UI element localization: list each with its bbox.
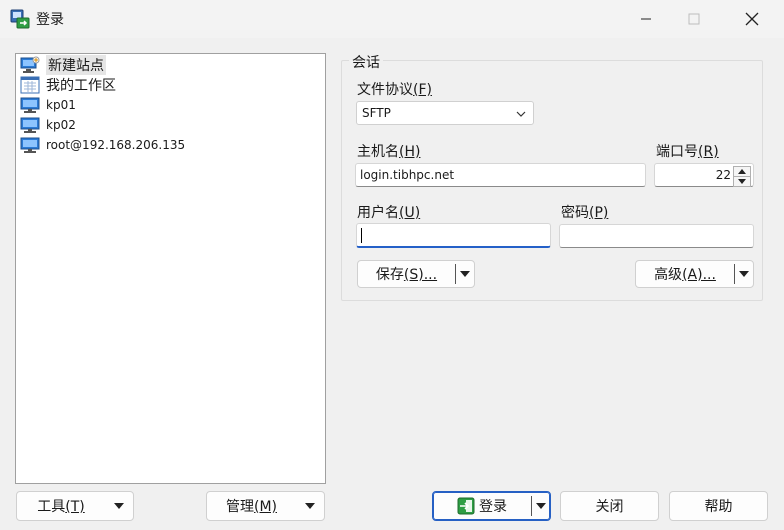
close-icon (745, 12, 759, 26)
advanced-label: 高级 (654, 267, 683, 283)
help-button[interactable]: 帮助 (669, 491, 768, 521)
maximize-icon (688, 13, 700, 25)
minimize-button[interactable] (622, 0, 670, 38)
caret-up-icon (738, 169, 746, 174)
login-button-label: 登录 (433, 496, 531, 516)
host-accel: (H) (399, 144, 421, 160)
port-stepper[interactable]: 22 (654, 163, 754, 187)
save-split-button[interactable]: 保存(S)... (357, 260, 475, 288)
tree-item-kp01[interactable]: kp01 (20, 95, 76, 115)
host-label: 主机名(H) (357, 141, 420, 161)
manage-button-label: 管理(M) (207, 496, 296, 516)
tools-accel: (T) (65, 499, 85, 515)
save-label: 保存 (375, 267, 404, 283)
save-dropdown-arrow[interactable] (456, 271, 474, 277)
caret-down-icon (460, 271, 470, 277)
session-group-title: 会话 (349, 52, 383, 72)
port-label-text: 端口号 (656, 144, 698, 160)
advanced-split-button[interactable]: 高级(A)... (635, 260, 754, 288)
port-decrement-button[interactable] (733, 176, 751, 187)
username-label-text: 用户名 (357, 205, 399, 221)
tools-button-label: 工具(T) (17, 496, 105, 516)
app-icon (10, 9, 30, 29)
tools-dropdown-arrow (105, 503, 133, 509)
computer-icon (20, 116, 40, 134)
new-site-icon (20, 56, 40, 74)
caret-down-icon (739, 271, 749, 277)
host-input[interactable]: login.tibhpc.net (355, 163, 646, 187)
close-button[interactable]: 关闭 (560, 491, 659, 521)
text-caret (361, 228, 362, 243)
port-value: 22 (715, 168, 731, 182)
manage-label: 管理 (225, 499, 254, 515)
password-label: 密码(P) (561, 202, 608, 222)
workspace-icon (20, 76, 40, 94)
tools-label: 工具 (37, 499, 66, 515)
username-accel: (U) (399, 205, 421, 221)
username-label: 用户名(U) (357, 202, 420, 222)
protocol-accel: (F) (413, 82, 432, 98)
computer-icon (20, 136, 40, 154)
protocol-label-text: 文件协议 (357, 82, 413, 98)
manage-accel: (M) (253, 499, 277, 515)
computer-icon (20, 96, 40, 114)
login-split-button[interactable]: 登录 (432, 491, 551, 521)
login-dropdown-arrow[interactable] (532, 503, 550, 509)
advanced-dropdown-arrow[interactable] (735, 271, 753, 277)
manage-dropdown-button[interactable]: 管理(M) (206, 491, 325, 521)
tree-item-label: root@192.168.206.135 (46, 138, 186, 152)
tree-item-label: 我的工作区 (46, 78, 116, 94)
tree-item-kp02[interactable]: kp02 (20, 115, 76, 135)
protocol-label: 文件协议(F) (357, 79, 432, 99)
maximize-button (670, 0, 718, 38)
protocol-select[interactable]: SFTP (356, 101, 534, 125)
site-tree[interactable]: 新建站点 我的工作区 kp01 kp02 root@192.168.206.13… (15, 53, 326, 484)
login-icon (457, 497, 475, 515)
window-title: 登录 (36, 12, 64, 28)
host-label-text: 主机名 (357, 144, 399, 160)
port-label: 端口号(R) (656, 141, 719, 161)
password-input[interactable] (559, 224, 754, 248)
tree-item-label: kp02 (46, 118, 76, 132)
close-window-button[interactable] (728, 0, 776, 38)
port-accel: (R) (698, 144, 719, 160)
caret-down-icon (114, 503, 124, 509)
password-label-text: 密码 (561, 205, 589, 221)
manage-dropdown-arrow (296, 503, 324, 509)
save-accel: (S)... (403, 267, 438, 283)
host-value: login.tibhpc.net (360, 168, 455, 182)
tree-item-label: kp01 (46, 98, 76, 112)
advanced-button-label: 高级(A)... (636, 264, 734, 284)
caret-down-icon (305, 503, 315, 509)
save-button-label: 保存(S)... (358, 264, 455, 284)
caret-down-icon (738, 179, 746, 184)
tree-item-new-site[interactable]: 新建站点 (20, 55, 106, 75)
tree-item-label: 新建站点 (46, 55, 106, 75)
close-label: 关闭 (595, 499, 624, 515)
chevron-down-icon (516, 111, 526, 117)
tools-dropdown-button[interactable]: 工具(T) (16, 491, 134, 521)
login-label: 登录 (479, 499, 507, 515)
help-label: 帮助 (704, 499, 733, 515)
minimize-icon (641, 18, 651, 20)
password-accel: (P) (589, 205, 609, 221)
advanced-accel: (A)... (682, 267, 716, 283)
protocol-value: SFTP (362, 106, 391, 120)
tree-item-root-host[interactable]: root@192.168.206.135 (20, 135, 185, 155)
caret-down-icon (536, 503, 546, 509)
username-input[interactable] (356, 223, 551, 248)
tree-item-workspace[interactable]: 我的工作区 (20, 75, 116, 95)
